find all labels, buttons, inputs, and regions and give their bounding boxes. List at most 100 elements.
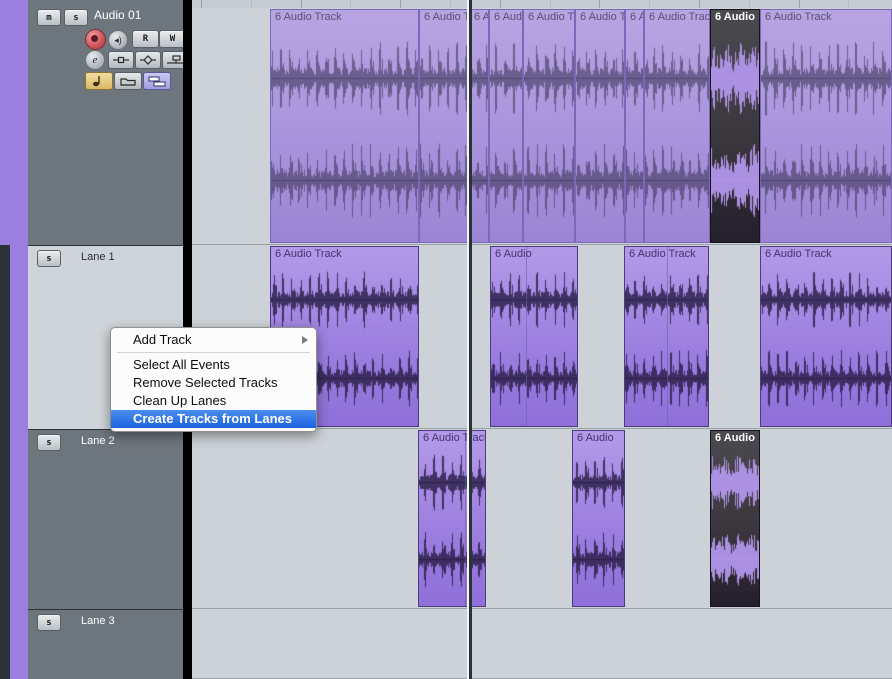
clip-label: 6 Audio Track <box>765 248 832 260</box>
clip-split-line <box>465 431 466 606</box>
input-monitor-icon[interactable]: ◂) <box>108 30 128 50</box>
header-divider <box>183 0 192 245</box>
lane-gutter <box>0 609 10 679</box>
output-glyph <box>167 55 183 64</box>
edit-letter: e <box>92 54 98 66</box>
track-row-background[interactable] <box>192 609 892 679</box>
audio-clip[interactable]: 6 Audio Track <box>523 9 575 243</box>
track-lanes-icon[interactable] <box>143 72 171 90</box>
lanes-glyph <box>148 76 166 86</box>
clip-label: 6 Audio Track <box>474 11 488 23</box>
insert-slot-icon[interactable] <box>108 51 134 69</box>
header-divider <box>183 609 192 679</box>
clip-label: 6 Audio Track <box>424 11 468 23</box>
read-automation-button[interactable]: R <box>132 30 159 48</box>
menu-item-label: Add Track <box>133 332 192 347</box>
track-color-strip[interactable] <box>0 0 28 245</box>
write-automation-button[interactable]: W <box>159 30 186 48</box>
audio-clip[interactable]: 6 Audio <box>710 9 760 243</box>
lane-header-body[interactable]: s Lane 3 <box>28 609 183 679</box>
solo-button[interactable]: s <box>64 9 88 26</box>
audio-clip[interactable]: 6 Audio Track <box>625 9 644 243</box>
audio-clip[interactable]: 6 Audio Track <box>760 246 892 427</box>
menu-item-label: Create Tracks from Lanes <box>133 411 292 426</box>
lane-color-strip[interactable] <box>10 245 28 429</box>
menu-item-remove-selected-tracks[interactable]: Remove Selected Tracks <box>111 374 316 392</box>
lane-name-label[interactable]: Lane 1 <box>81 251 115 263</box>
lane-separator <box>28 609 183 610</box>
audio-clip[interactable]: 6 Audio Track <box>624 246 709 427</box>
track-header-audio-01[interactable]: m s Audio 01 ◂) R W e <box>0 0 192 245</box>
audio-clip[interactable]: 6 Audio <box>490 246 578 427</box>
submenu-arrow-icon <box>302 336 308 344</box>
audio-clip[interactable]: 6 Audio <box>710 430 760 607</box>
menu-item-create-tracks-from-lanes[interactable]: Create Tracks from Lanes <box>111 410 316 428</box>
menu-item-label: Select All Events <box>133 357 230 372</box>
track-name-label[interactable]: Audio 01 <box>94 8 141 22</box>
menu-item-clean-up-lanes[interactable]: Clean Up Lanes <box>111 392 316 410</box>
send-slot-icon[interactable] <box>135 51 161 69</box>
audio-clip[interactable]: 6 Audio Track <box>418 430 486 607</box>
waveform <box>645 10 709 242</box>
audio-clip[interactable]: 6 Audio <box>572 430 625 607</box>
send-glyph <box>140 55 156 65</box>
lane-gutter <box>0 429 10 609</box>
lane-color-strip[interactable] <box>10 429 28 609</box>
clip-label: 6 Audio Track <box>630 11 643 23</box>
record-enable-icon[interactable] <box>85 29 106 50</box>
folder-icon[interactable] <box>114 72 142 90</box>
lane-header-body[interactable]: s Lane 2 <box>28 429 183 609</box>
clip-label: 6 Audio <box>577 432 614 444</box>
mute-button[interactable]: m <box>37 9 61 26</box>
menu-item-select-all-events[interactable]: Select All Events <box>111 356 316 374</box>
edit-channel-icon[interactable]: e <box>85 50 105 70</box>
audio-clip[interactable]: 6 Audio Track <box>644 9 710 243</box>
track-row-background[interactable] <box>192 429 892 609</box>
clip-label: 6 Audio Track <box>580 11 624 23</box>
lane-name-label[interactable]: Lane 3 <box>81 615 115 627</box>
clip-label: 6 Audio Track <box>765 11 832 23</box>
clip-label: 6 Audio <box>715 11 755 23</box>
audio-clip[interactable]: 6 Audio Track <box>469 9 489 243</box>
musical-note-icon[interactable] <box>85 72 113 90</box>
lane-header-lane-3[interactable]: s Lane 3 <box>0 609 192 679</box>
audio-clip[interactable]: 6 Audio Track <box>419 9 469 243</box>
clip-label: 6 Audio Track <box>275 11 342 23</box>
menu-item-label: Remove Selected Tracks <box>133 375 278 390</box>
audio-clip[interactable]: 6 Audio Track <box>575 9 625 243</box>
clip-label: 6 Audio Track <box>629 248 696 260</box>
waveform <box>420 10 468 242</box>
waveform <box>761 247 891 426</box>
waveform <box>524 10 574 242</box>
lane-color-strip[interactable] <box>10 609 28 679</box>
lane-name-label[interactable]: Lane 2 <box>81 435 115 447</box>
audio-clip[interactable]: 6 Audio Track <box>760 9 892 243</box>
header-divider <box>183 429 192 609</box>
playhead[interactable] <box>467 0 472 679</box>
waveform <box>490 10 522 242</box>
clip-split-line <box>526 247 527 426</box>
menu-separator <box>117 352 310 353</box>
clip-split-line <box>667 247 668 426</box>
context-menu[interactable]: Add Track Select All Events Remove Selecte… <box>110 327 317 432</box>
waveform <box>576 10 624 242</box>
menu-item-add-track[interactable]: Add Track <box>111 331 316 349</box>
waveform <box>271 10 418 242</box>
audio-clip[interactable]: 6 Audio Track <box>489 9 523 243</box>
track-header-body[interactable]: m s Audio 01 ◂) R W e <box>28 0 188 245</box>
lane-solo-button[interactable]: s <box>37 614 61 631</box>
lane-header-lane-2[interactable]: s Lane 2 <box>0 429 192 609</box>
lane-solo-button[interactable]: s <box>37 250 61 267</box>
clip-label: 6 Audio Track <box>528 11 574 23</box>
lane-solo-button[interactable]: s <box>37 434 61 451</box>
clip-label: 6 Audio Track <box>494 11 523 23</box>
menu-item-label: Clean Up Lanes <box>133 393 227 408</box>
lane-separator <box>28 245 183 246</box>
audio-clip[interactable]: 6 Audio Track <box>270 9 419 243</box>
clip-label: 6 Audio <box>495 248 532 260</box>
waveform <box>470 10 488 242</box>
insert-glyph <box>113 56 129 64</box>
waveform <box>573 431 624 606</box>
folder-glyph <box>120 77 136 86</box>
clip-label: 6 Audio Track <box>275 248 342 260</box>
